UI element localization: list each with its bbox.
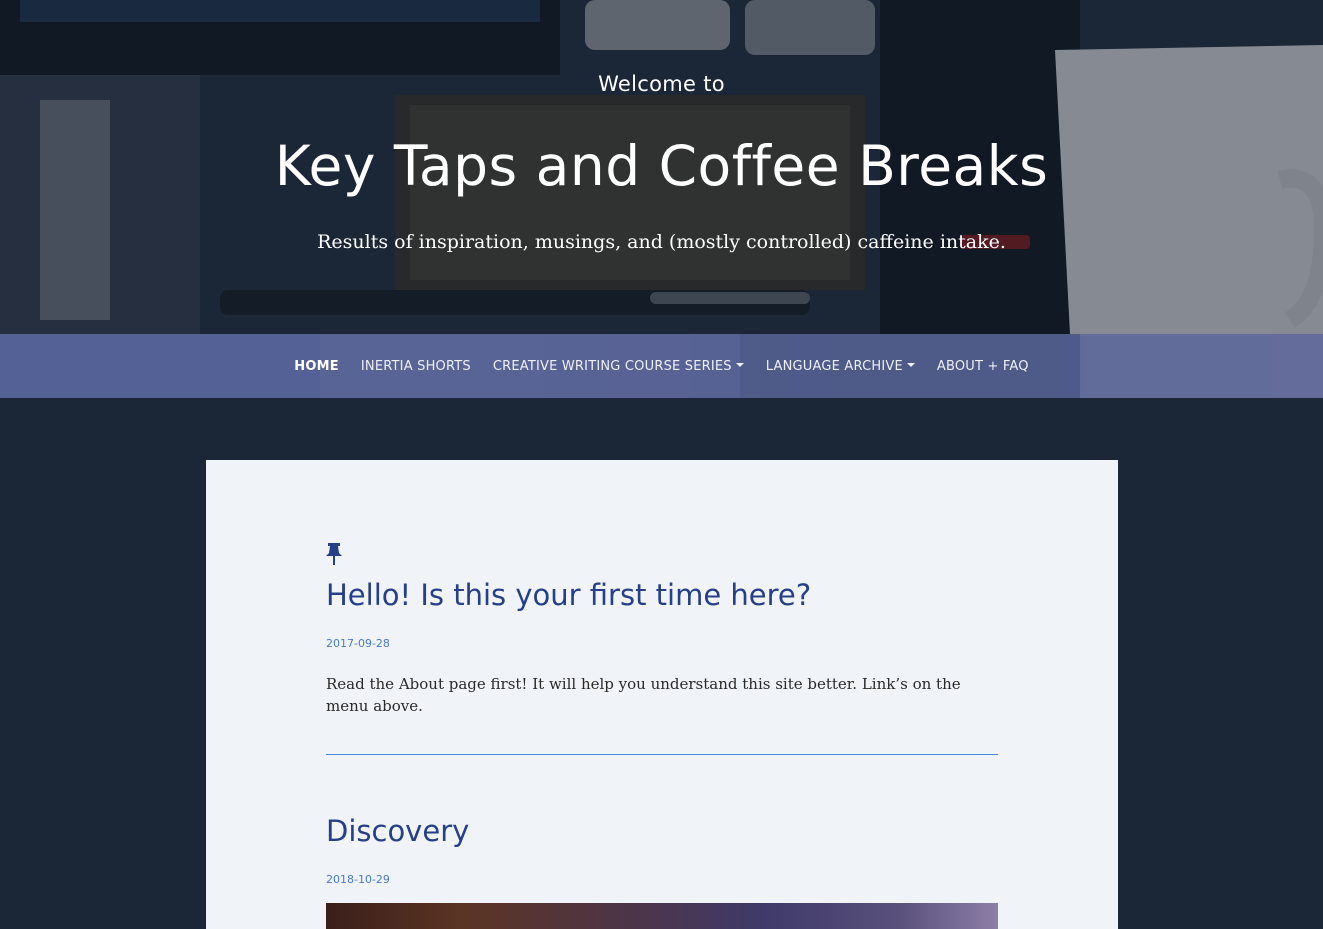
post-date[interactable]: 2018-10-29 [326,873,390,886]
post-date[interactable]: 2017-09-28 [326,637,390,650]
nav-menu: HOME INERTIA SHORTS CREATIVE WRITING COU… [0,334,1323,398]
nav-item-label: ABOUT + FAQ [936,358,1029,374]
main-navbar: HOME INERTIA SHORTS CREATIVE WRITING COU… [0,334,1323,398]
post-title[interactable]: Hello! Is this your first time here? [326,578,811,612]
caret-down-icon [735,363,744,367]
post-divider [326,754,998,755]
caret-down-icon [906,363,915,367]
post-featured-image[interactable] [326,903,998,929]
nav-item-label: CREATIVE WRITING COURSE SERIES [492,358,732,374]
site-title[interactable]: Key Taps and Coffee Breaks [0,134,1323,198]
hero-header: Welcome to Key Taps and Coffee Breaks Re… [0,0,1323,334]
nav-item-label: LANGUAGE ARCHIVE [765,358,903,374]
nav-item-label: HOME [294,358,339,374]
hero-pretitle: Welcome to [598,72,725,96]
page: Welcome to Key Taps and Coffee Breaks Re… [0,0,1323,929]
nav-item-inertia-shorts[interactable]: INERTIA SHORTS [350,359,482,374]
posts-card: Hello! Is this your first time here? 201… [206,460,1118,929]
nav-item-creative-writing-course-series[interactable]: CREATIVE WRITING COURSE SERIES [482,359,755,374]
post-title[interactable]: Discovery [326,814,469,848]
nav-item-home[interactable]: HOME [283,359,350,374]
site-tagline: Results of inspiration, musings, and (mo… [317,231,1006,253]
nav-item-label: INERTIA SHORTS [360,358,471,374]
pin-icon [326,543,342,565]
post-excerpt: Read the About page first! It will help … [326,675,961,715]
nav-item-about-faq[interactable]: ABOUT + FAQ [926,359,1040,374]
nav-item-language-archive[interactable]: LANGUAGE ARCHIVE [755,359,926,374]
